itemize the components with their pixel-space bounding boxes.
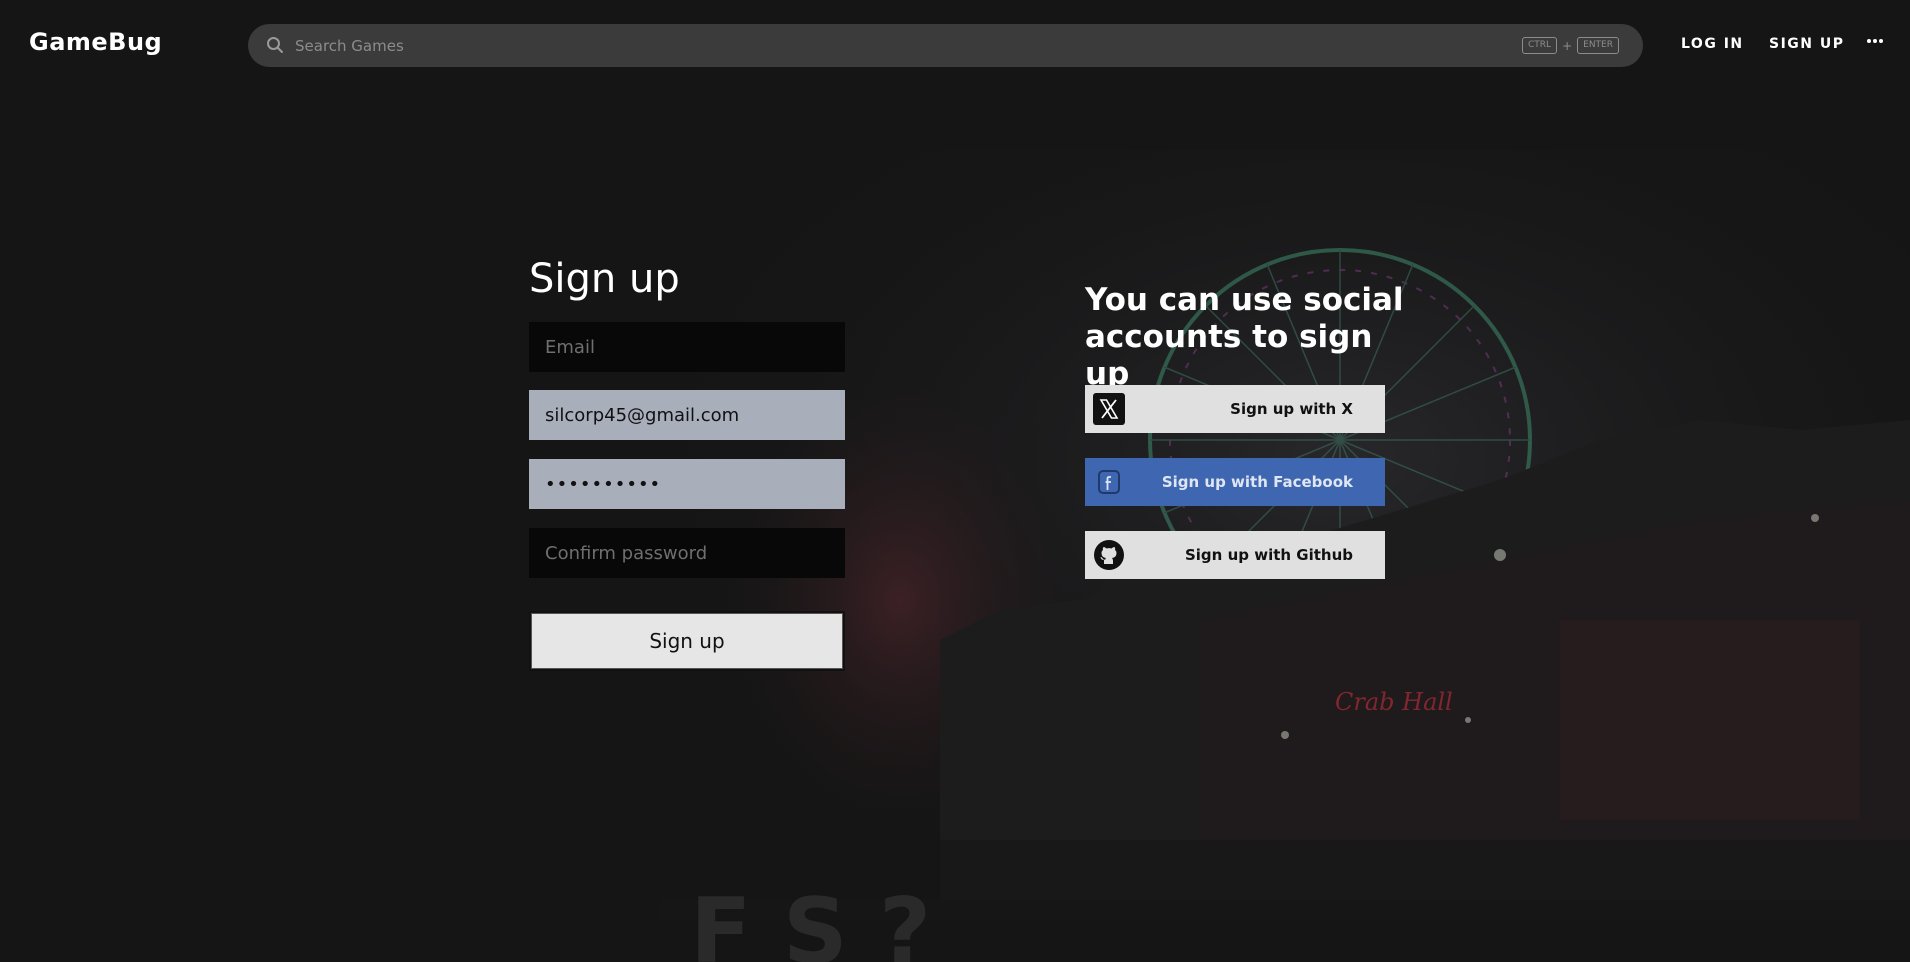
keyboard-shortcut-hint: CTRL + ENTER bbox=[1522, 37, 1619, 54]
signup-link[interactable]: SIGN UP bbox=[1769, 36, 1845, 52]
kbd-plus: + bbox=[1562, 38, 1573, 53]
facebook-logo-icon bbox=[1098, 470, 1120, 494]
github-logo-icon bbox=[1094, 540, 1124, 570]
x-logo-icon bbox=[1093, 393, 1125, 425]
login-link[interactable]: LOG IN bbox=[1681, 36, 1744, 52]
page: Crab Hall F S ? GameBug CTRL + ENTER bbox=[0, 0, 1910, 962]
social-signup-title: You can use social accounts to sign up bbox=[1085, 282, 1404, 392]
signup-with-github-label: Sign up with Github bbox=[1184, 546, 1353, 564]
signup-with-x-label: Sign up with X bbox=[1230, 400, 1353, 418]
signup-title: Sign up bbox=[529, 256, 680, 302]
background-scene: Crab Hall F S ? bbox=[0, 0, 1910, 962]
kbd-enter: ENTER bbox=[1577, 37, 1619, 54]
email-field[interactable] bbox=[529, 322, 845, 372]
kbd-ctrl: CTRL bbox=[1522, 37, 1558, 54]
password-field[interactable] bbox=[529, 459, 845, 509]
gamebug-logo[interactable]: GameBug bbox=[29, 28, 162, 56]
search-bar[interactable]: CTRL + ENTER bbox=[248, 24, 1643, 67]
signup-with-x-button[interactable]: Sign up with X bbox=[1085, 385, 1385, 433]
signup-with-facebook-label: Sign up with Facebook bbox=[1161, 473, 1353, 491]
svg-text:Crab Hall: Crab Hall bbox=[1335, 688, 1453, 716]
search-icon bbox=[267, 37, 283, 53]
signup-with-facebook-button[interactable]: Sign up with Facebook bbox=[1085, 458, 1385, 506]
signup-submit-button[interactable]: Sign up bbox=[529, 611, 845, 671]
top-nav: GameBug CTRL + ENTER LOG IN SIGN UP bbox=[0, 0, 1910, 90]
svg-text:F S ?: F S ? bbox=[690, 879, 931, 962]
more-horizontal-icon[interactable] bbox=[1866, 38, 1884, 44]
username-field[interactable] bbox=[529, 390, 845, 440]
signup-with-github-button[interactable]: Sign up with Github bbox=[1085, 531, 1385, 579]
confirm-password-field[interactable] bbox=[529, 528, 845, 578]
search-input[interactable] bbox=[295, 24, 1495, 67]
